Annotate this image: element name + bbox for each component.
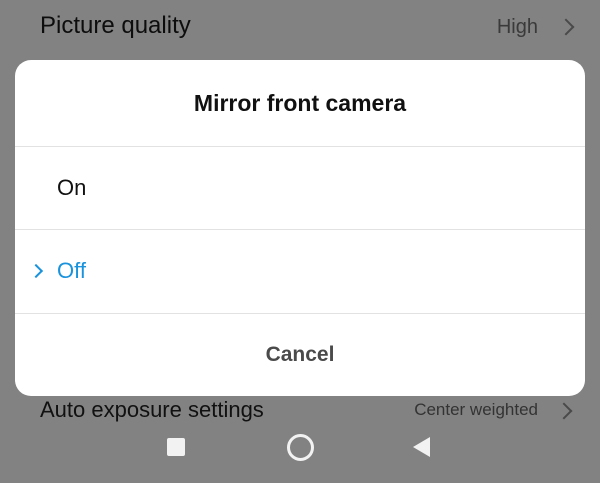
recents-square-icon[interactable] (167, 438, 185, 456)
setting-label: Picture quality (40, 12, 191, 39)
back-triangle-icon[interactable] (413, 437, 430, 457)
chevron-right-selected-icon (28, 263, 44, 279)
option-label: Off (57, 258, 86, 283)
dialog-title: Mirror front camera (193, 90, 407, 116)
option-label: On (57, 175, 87, 200)
option-off[interactable]: Off (15, 230, 585, 312)
navigation-bar (0, 412, 600, 483)
option-on[interactable]: On (15, 147, 585, 229)
mirror-front-camera-dialog: Mirror front camera On Off Cancel (15, 60, 585, 396)
cancel-button[interactable]: Cancel (15, 314, 585, 396)
setting-value: High (496, 16, 538, 38)
home-circle-icon[interactable] (287, 434, 314, 461)
chevron-right-icon (557, 18, 575, 36)
setting-row-picture-quality[interactable]: Picture quality High (0, 0, 600, 56)
